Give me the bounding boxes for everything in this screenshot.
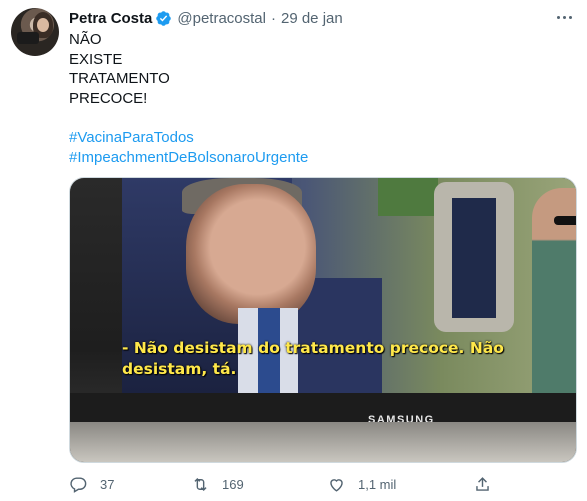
tweet-header: Petra Costa @petracostal · 29 de jan: [69, 8, 343, 28]
avatar-face: [37, 18, 49, 32]
share-button[interactable]: [473, 474, 492, 494]
reply-button[interactable]: 37: [69, 474, 114, 494]
more-icon[interactable]: [553, 8, 575, 26]
reply-count: 37: [100, 476, 115, 492]
subtitle-line: desistam, tá.: [122, 360, 237, 378]
avatar-camera: [17, 32, 39, 44]
share-icon: [476, 476, 489, 491]
tweet-line: NÃO: [69, 31, 102, 48]
retweet-count: 169: [222, 476, 244, 492]
author-handle[interactable]: @petracostal: [177, 10, 266, 27]
tweet-line: EXISTE: [69, 50, 123, 68]
retweet-button[interactable]: 169: [191, 474, 244, 494]
tweet-line: TRATAMENTO: [69, 70, 170, 88]
hashtag-link[interactable]: #ImpeachmentDeBolsonaroUrgente: [69, 148, 569, 168]
tweet-text: NÃO EXISTE TRATAMENTO PRECOCE! #VacinaPa…: [69, 30, 569, 167]
tweet-line: PRECOCE!: [69, 89, 148, 107]
like-icon: [330, 478, 343, 492]
tv-bezel: [70, 393, 576, 424]
tweet-date[interactable]: 29 de jan: [281, 10, 343, 27]
hashtag-link[interactable]: #VacinaParaTodos: [69, 128, 569, 148]
verified-badge-icon: [155, 10, 172, 27]
author-name[interactable]: Petra Costa: [69, 10, 152, 27]
retweet-icon: [194, 477, 207, 491]
like-count: 1,1 mil: [358, 476, 397, 492]
subtitle-line: - Não desistam do tratamento precoce. Nã…: [122, 339, 504, 357]
tweet-media-image[interactable]: - Não desistam do tratamento precoce. Nã…: [69, 177, 577, 463]
like-button[interactable]: 1,1 mil: [327, 474, 396, 494]
avatar[interactable]: [11, 8, 59, 56]
reply-icon: [70, 476, 87, 493]
video-subtitle: - Não desistam do tratamento precoce. Nã…: [122, 338, 526, 380]
header-separator: ·: [270, 9, 276, 27]
tweet-actions: 37 169 1,1 mil: [69, 474, 499, 494]
tweet[interactable]: Petra Costa @petracostal · 29 de jan NÃO…: [0, 0, 587, 501]
